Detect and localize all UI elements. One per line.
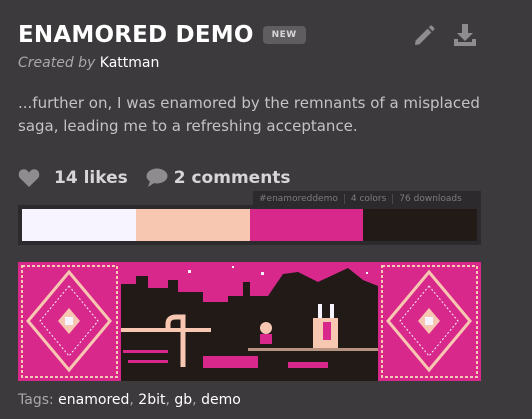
middle-scene (121, 262, 378, 381)
tags-label: Tags: (18, 392, 54, 408)
tag-link[interactable]: enamored (58, 392, 129, 408)
palette-downloads: 76 downloads (399, 193, 462, 204)
palette-hashtag[interactable]: #enamoreddemo (253, 193, 345, 204)
palette-colors-count: 4 colors (345, 193, 394, 204)
stats-row: 14 likes 2 comments (18, 168, 291, 188)
comments-count[interactable]: 2 comments (174, 168, 291, 188)
created-by-label: Created by (18, 55, 96, 71)
heart-icon[interactable] (18, 168, 40, 188)
left-ornament-panel (18, 262, 121, 381)
color-swatch-1[interactable] (22, 209, 136, 241)
tag-link[interactable]: gb (174, 392, 192, 408)
page-title: ENAMORED DEMO (18, 22, 254, 48)
byline: Created by Kattman (18, 55, 159, 71)
tag-link[interactable]: 2bit (138, 392, 165, 408)
title-row: ENAMORED DEMO NEW (18, 22, 306, 48)
color-swatch-2[interactable] (136, 209, 250, 241)
tag-link[interactable]: demo (201, 392, 241, 408)
comment-icon[interactable] (146, 168, 168, 188)
color-swatch-4[interactable] (363, 209, 477, 241)
palette-meta: #enamoreddemo 4 colors 76 downloads (253, 191, 481, 206)
new-badge: NEW (262, 26, 306, 44)
palette-strip (18, 205, 481, 245)
color-swatch-3[interactable] (250, 209, 363, 241)
author-link[interactable]: Kattman (100, 55, 160, 71)
right-ornament-panel (378, 262, 481, 381)
pencil-icon[interactable] (412, 24, 436, 48)
tags-row: Tags: enamored, 2bit, gb, demo (18, 392, 241, 408)
likes-count[interactable]: 14 likes (54, 168, 128, 188)
pixel-art-preview[interactable] (18, 262, 481, 381)
download-icon[interactable] (452, 22, 478, 48)
palette-description: ...further on, I was enamored by the rem… (18, 94, 480, 135)
